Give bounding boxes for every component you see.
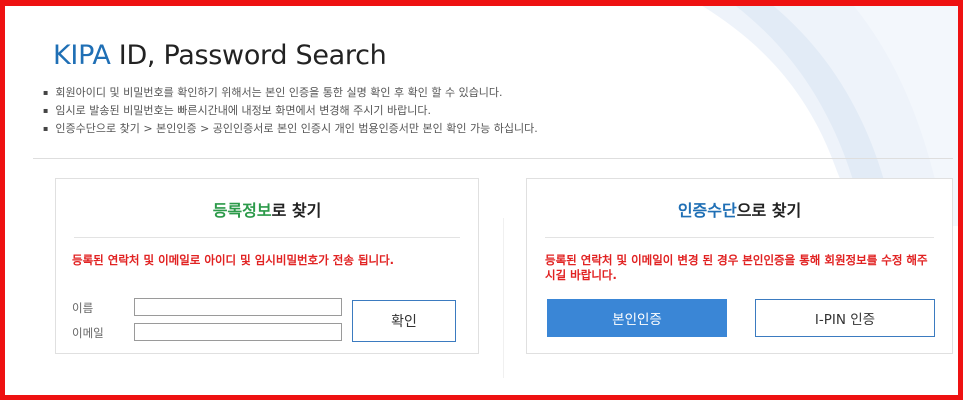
- notice-item: 회원아이디 및 비밀번호를 확인하기 위해서는 본인 인증을 통한 실명 확인 …: [43, 84, 538, 102]
- notice-list: 회원아이디 및 비밀번호를 확인하기 위해서는 본인 인증을 통한 실명 확인 …: [43, 84, 538, 138]
- confirm-button[interactable]: 확인: [352, 300, 456, 342]
- panel-divider: [545, 237, 934, 238]
- warning-text: 등록된 연락처 및 이메일이 변경 된 경우 본인인증을 통해 회원정보를 수정…: [545, 253, 928, 282]
- warning-text: 등록된 연락처 및 이메일로 아이디 및 임시비밀번호가 전송 됩니다.: [72, 253, 395, 267]
- panel-title-rest: 으로 찾기: [736, 201, 802, 220]
- panel-title: 등록정보로 찾기: [56, 197, 478, 221]
- name-label: 이름: [72, 301, 94, 315]
- email-label: 이메일: [72, 326, 104, 340]
- screenshot-frame: KIPA ID, Password Search 회원아이디 및 비밀번호를 확…: [0, 0, 963, 400]
- notice-item: 임시로 발송된 비밀번호는 빠른시간내에 내정보 화면에서 변경해 주시기 바랍…: [43, 102, 538, 120]
- panel-title-rest: 로 찾기: [271, 201, 322, 220]
- panel-divider: [74, 237, 460, 238]
- notice-item: 인증수단으로 찾기 > 본인인증 > 공인인증서로 본인 인증시 개인 범용인증…: [43, 120, 537, 138]
- panel-title-accent: 등록정보: [212, 201, 272, 220]
- email-input[interactable]: [134, 323, 342, 341]
- find-by-auth-method-panel: 인증수단으로 찾기 등록된 연락처 및 이메일이 변경 된 경우 본인인증을 통…: [526, 178, 953, 354]
- panel-title-accent: 인증수단: [677, 201, 737, 220]
- page-title: KIPA ID, Password Search: [53, 40, 387, 71]
- panel-title: 인증수단으로 찾기: [527, 197, 952, 221]
- find-by-registered-info-panel: 등록정보로 찾기 등록된 연락처 및 이메일로 아이디 및 임시비밀번호가 전송…: [55, 178, 479, 354]
- name-input[interactable]: [134, 298, 342, 316]
- ipin-verification-button[interactable]: I-PIN 인증: [755, 299, 935, 337]
- self-verification-button[interactable]: 본인인증: [547, 299, 727, 337]
- section-divider: [33, 158, 953, 159]
- brand-name: KIPA: [53, 40, 111, 71]
- title-text: ID, Password Search: [110, 40, 387, 71]
- column-separator: [503, 218, 504, 378]
